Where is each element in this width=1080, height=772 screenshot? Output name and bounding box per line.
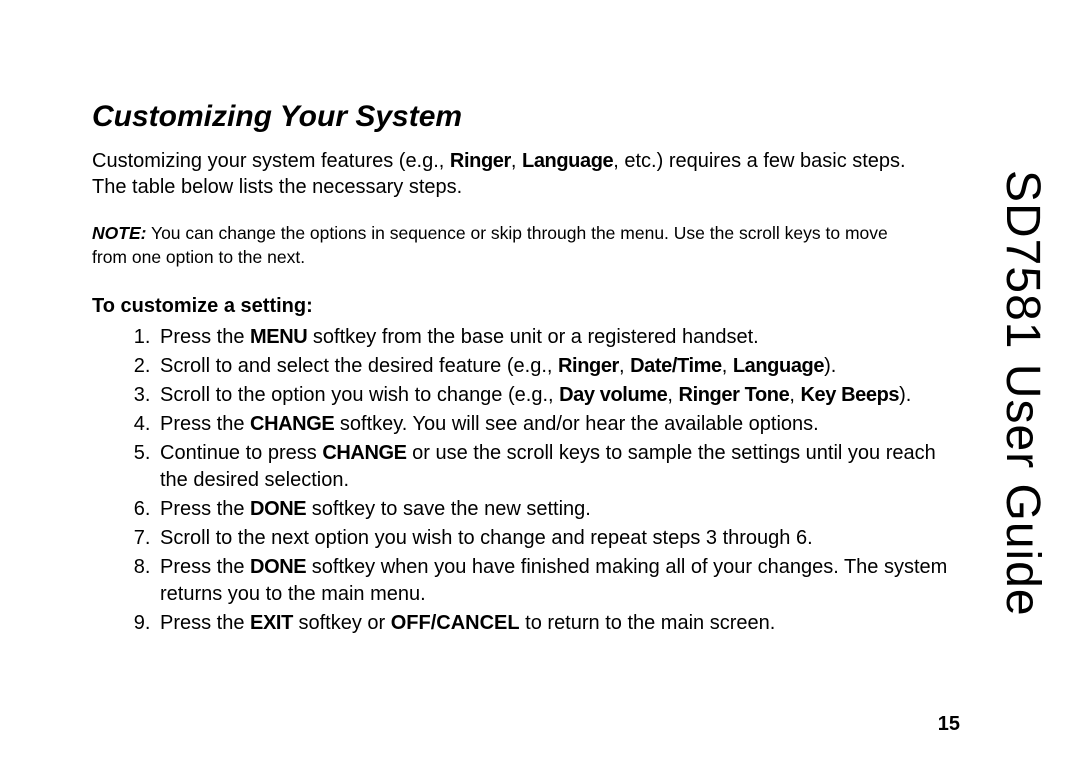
step-text: ).	[899, 384, 911, 406]
step-text: ,	[722, 355, 733, 377]
note-text: You can change the options in sequence o…	[92, 223, 888, 267]
document-page: SD7581 User Guide Customizing Your Syste…	[0, 0, 1080, 772]
term-ringer: Ringer	[450, 150, 511, 172]
step-item: Press the EXIT softkey or OFF/CANCEL to …	[156, 610, 960, 637]
step-text: ,	[619, 355, 630, 377]
softkey-done: DONE	[250, 498, 306, 520]
step-text: Scroll to the option you wish to change …	[160, 384, 559, 406]
step-text: ).	[824, 355, 836, 377]
step-item: Press the DONE softkey when you have fin…	[156, 554, 960, 608]
step-text: softkey. You will see and/or hear the av…	[334, 413, 818, 435]
intro-text: ,	[511, 150, 522, 172]
term-datetime: Date/Time	[630, 355, 722, 377]
softkey-change: CHANGE	[322, 442, 406, 464]
softkey-exit: EXIT	[250, 612, 293, 634]
step-text: to return to the main screen.	[520, 612, 776, 634]
softkey-done: DONE	[250, 556, 306, 578]
step-text: softkey or	[293, 612, 391, 634]
softkey-change: CHANGE	[250, 413, 334, 435]
side-title: SD7581 User Guide	[995, 170, 1050, 617]
step-text: ,	[667, 384, 678, 406]
step-text: Scroll to the next option you wish to ch…	[160, 527, 813, 549]
step-text: softkey from the base unit or a register…	[307, 326, 758, 348]
term-key-beeps: Key Beeps	[800, 384, 899, 406]
step-text: Continue to press	[160, 442, 322, 464]
step-item: Scroll to the next option you wish to ch…	[156, 525, 960, 552]
note-label: NOTE:	[92, 223, 146, 243]
softkey-menu: MENU	[250, 326, 307, 348]
step-text: Scroll to and select the desired feature…	[160, 355, 558, 377]
page-number: 15	[938, 713, 960, 736]
intro-text: Customizing your system features (e.g.,	[92, 150, 450, 172]
step-text: Press the	[160, 556, 250, 578]
step-item: Press the DONE softkey to save the new s…	[156, 496, 960, 523]
step-text: Press the	[160, 498, 250, 520]
step-item: Press the CHANGE softkey. You will see a…	[156, 411, 960, 438]
term-ringer: Ringer	[558, 355, 619, 377]
intro-paragraph: Customizing your system features (e.g., …	[92, 148, 912, 200]
term-ringer-tone: Ringer Tone	[679, 384, 790, 406]
step-text: ,	[789, 384, 800, 406]
term-language: Language	[522, 150, 613, 172]
step-item: Scroll to and select the desired feature…	[156, 353, 960, 380]
steps-list: Press the MENU softkey from the base uni…	[92, 324, 960, 637]
section-heading: Customizing Your System	[92, 100, 960, 134]
step-item: Press the MENU softkey from the base uni…	[156, 324, 960, 351]
note-paragraph: NOTE: You can change the options in sequ…	[92, 222, 912, 269]
step-item: Scroll to the option you wish to change …	[156, 382, 960, 409]
hardkey-off-cancel: OFF/CANCEL	[391, 612, 520, 634]
step-text: Press the	[160, 413, 250, 435]
step-text: Press the	[160, 326, 250, 348]
term-day-volume: Day volume	[559, 384, 667, 406]
term-language: Language	[733, 355, 824, 377]
step-item: Continue to press CHANGE or use the scro…	[156, 440, 960, 494]
step-text: softkey to save the new setting.	[306, 498, 591, 520]
step-text: Press the	[160, 612, 250, 634]
sub-heading: To customize a setting:	[92, 295, 960, 318]
